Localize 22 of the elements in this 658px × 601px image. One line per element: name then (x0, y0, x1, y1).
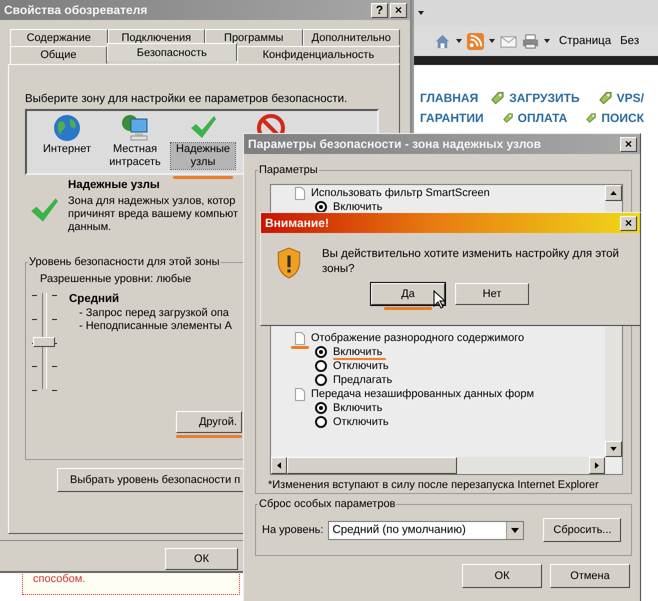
level-detail: - Неподписанные элементы А (79, 320, 232, 333)
page-text: способом. (33, 573, 86, 585)
window-title: Параметры безопасности - зона надежных узлов (248, 137, 541, 151)
allowed-levels-text: Разрешенные уровни: любые (40, 273, 192, 285)
zone-title: Надежные узлы (68, 179, 161, 191)
group-title: Сброс особых параметров (258, 498, 396, 510)
description-text: данным. (68, 221, 112, 234)
setting-name: Использовать фильтр SmartScreen (311, 187, 490, 199)
alert-message: Вы действительно хотите изменить настройку для этой зоны? (322, 247, 620, 277)
instruction-text: Выберите зону для настройки ее параметров безопасности. (25, 93, 348, 105)
group-title: Уровень безопасности для этой зоны (28, 256, 220, 268)
setting-name: Передача незашифрованных данных форм (311, 388, 534, 400)
note-text: *Изменения вступают в силу после перезапуска Internet Explorer (268, 479, 600, 491)
level-detail: - Запрос перед загрузкой опа (79, 307, 230, 320)
group-title: Параметры (258, 164, 319, 176)
window-title: Внимание! (265, 216, 329, 230)
level-name: Средний (69, 293, 120, 305)
window-title: Свойства обозревателя (4, 3, 148, 17)
description-text: Зона для надежных узлов, котор (68, 195, 236, 208)
field-label: На уровень: (262, 524, 324, 536)
setting-name: Отображение разнородного содержимого (311, 332, 524, 344)
description-text: причинят вреда вашему компьют (68, 208, 238, 221)
